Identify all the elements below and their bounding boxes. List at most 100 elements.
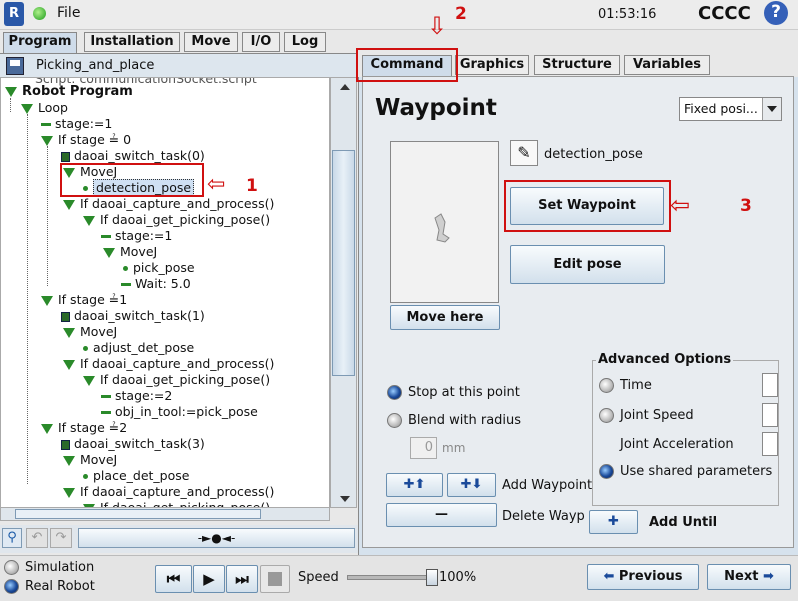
undo-icon[interactable]: ↶ <box>26 528 48 548</box>
stop-at-point-radio[interactable] <box>387 385 402 400</box>
tree-item[interactable]: If stage ≟1 <box>41 292 127 308</box>
script-icon <box>61 439 70 450</box>
status-icon <box>33 7 46 20</box>
use-shared-radio[interactable] <box>599 464 614 479</box>
joint-speed-radio[interactable] <box>599 408 614 423</box>
tree-item[interactable]: stage:=1 <box>41 116 112 132</box>
assign-icon <box>101 395 111 398</box>
page-title: Waypoint <box>375 95 497 121</box>
use-shared-label: Use shared parameters <box>620 464 773 479</box>
tree-item[interactable]: If daoai_capture_and_process() <box>63 356 274 372</box>
tree-item[interactable]: MoveJ <box>63 324 117 340</box>
tab-variables[interactable]: Variables <box>624 55 710 75</box>
step-button[interactable]: ⏭ <box>226 565 258 593</box>
assign-icon <box>41 123 51 126</box>
wait-icon <box>121 283 131 286</box>
simulation-radio[interactable] <box>4 560 19 575</box>
triangle-icon <box>41 423 53 434</box>
triangle-icon <box>83 375 95 386</box>
triangle-icon <box>103 247 115 258</box>
triangle-icon <box>41 135 53 146</box>
tree-scrollbar-horizontal[interactable] <box>0 507 330 521</box>
tree-item[interactable]: stage:=1 <box>101 228 172 244</box>
waypoint-type-select[interactable]: Fixed posi... <box>679 97 782 121</box>
delete-waypoint-label: Delete Wayp <box>502 509 585 524</box>
redo-icon[interactable]: ↷ <box>50 528 72 548</box>
move-here-button[interactable]: Move here <box>390 305 500 330</box>
program-step-icon[interactable]: -►●◄- <box>78 528 355 548</box>
tree-item[interactable]: MoveJ <box>63 452 117 468</box>
clock: 01:53:16 <box>598 7 657 22</box>
stop-button[interactable] <box>260 565 290 593</box>
scroll-thumb-horizontal[interactable] <box>15 509 261 519</box>
tree-item[interactable]: If daoai_get_picking_pose() <box>83 372 270 388</box>
tree-item[interactable]: daoai_switch_task(1) <box>61 308 205 324</box>
tree-item[interactable]: pick_pose <box>123 260 195 276</box>
play-button[interactable]: ▶ <box>193 565 225 593</box>
scroll-down-icon[interactable] <box>340 496 350 502</box>
tab-graphics[interactable]: Graphics <box>455 55 529 75</box>
search-icon[interactable]: ⚲ <box>2 528 22 548</box>
tree-item[interactable]: daoai_switch_task(0) <box>61 148 205 164</box>
top-bar: R File 01:53:16 CCCC ? <box>0 0 798 30</box>
triangle-icon <box>21 103 33 114</box>
next-button[interactable]: Next ➡ <box>707 564 791 590</box>
tree-item[interactable]: adjust_det_pose <box>83 340 194 356</box>
scroll-up-icon[interactable] <box>340 84 350 90</box>
real-robot-radio[interactable] <box>4 579 19 594</box>
tree-item[interactable]: daoai_switch_task(3) <box>61 436 205 452</box>
file-menu[interactable]: File <box>57 5 80 21</box>
save-icon[interactable] <box>6 57 24 75</box>
tree-item[interactable]: If stage ≟2 <box>41 420 127 436</box>
tree-scrollbar-vertical[interactable] <box>330 77 357 508</box>
blend-radius-input[interactable]: 0 <box>410 437 437 459</box>
tree-item[interactable]: If daoai_capture_and_process() <box>63 484 274 500</box>
help-button[interactable]: ? <box>764 1 788 25</box>
tree-item[interactable]: Wait: 5.0 <box>121 276 191 292</box>
add-waypoint-after-button[interactable]: ✚⬇ <box>447 473 496 497</box>
tree-item[interactable]: If daoai_get_picking_pose() <box>83 212 270 228</box>
blend-unit: mm <box>442 441 466 455</box>
robot-preview-icon <box>434 213 450 243</box>
triangle-icon <box>5 86 17 97</box>
annotation-arrow-1: ⇦ <box>207 172 226 197</box>
joint-acc-field[interactable] <box>762 432 778 456</box>
tab-io[interactable]: I/O <box>242 32 280 52</box>
blend-radius-radio[interactable] <box>387 413 402 428</box>
speed-slider-thumb[interactable] <box>426 569 438 586</box>
tree-item[interactable]: stage:=2 <box>101 388 172 404</box>
annotation-box-2 <box>356 48 458 82</box>
tab-structure[interactable]: Structure <box>534 55 620 75</box>
time-radio[interactable] <box>599 378 614 393</box>
rewind-button[interactable]: ⏮ <box>155 565 192 593</box>
tree-item[interactable]: If daoai_capture_and_process() <box>63 196 274 212</box>
joint-speed-label: Joint Speed <box>620 408 694 423</box>
previous-button[interactable]: ⬅ Previous <box>587 564 699 590</box>
add-waypoint-before-button[interactable]: ✚⬆ <box>386 473 443 497</box>
speed-value: 100% <box>439 570 477 585</box>
tree-item[interactable]: If stage ≟ 0 <box>41 132 131 148</box>
tree-item[interactable]: Loop <box>21 100 68 116</box>
simulation-label: Simulation <box>25 560 95 575</box>
tab-installation[interactable]: Installation <box>84 32 180 52</box>
annotation-arrow-2: ⇩ <box>427 12 448 40</box>
tree-item[interactable]: obj_in_tool:=pick_pose <box>101 404 258 420</box>
time-field[interactable] <box>762 373 778 397</box>
joint-speed-field[interactable] <box>762 403 778 427</box>
annotation-box-1 <box>60 163 204 197</box>
edit-pose-button[interactable]: Edit pose <box>510 245 665 284</box>
add-until-button[interactable]: ✚ <box>589 510 638 534</box>
tab-log[interactable]: Log <box>284 32 326 52</box>
tree-item[interactable]: MoveJ <box>103 244 157 260</box>
assign-icon <box>101 411 111 414</box>
speed-slider[interactable] <box>347 569 438 586</box>
tab-program[interactable]: Program <box>3 32 77 53</box>
advanced-options-title: Advanced Options <box>596 352 734 367</box>
triangle-icon <box>63 327 75 338</box>
tree-root[interactable]: Robot Program <box>5 84 133 100</box>
delete-waypoint-button[interactable]: — <box>386 503 497 527</box>
tree-item[interactable]: place_det_pose <box>83 468 189 484</box>
scroll-thumb[interactable] <box>332 150 355 376</box>
tab-move[interactable]: Move <box>184 32 238 52</box>
edit-name-pencil-icon[interactable]: ✎ <box>510 140 538 166</box>
